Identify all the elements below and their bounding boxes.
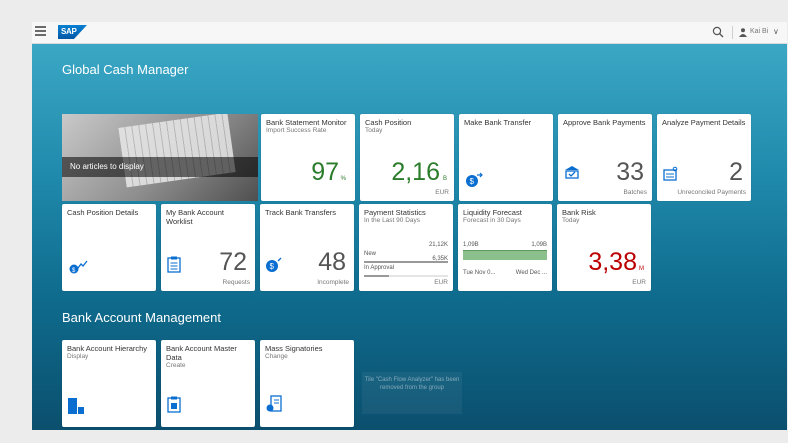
tile-title: Analyze Payment Details xyxy=(662,118,746,127)
shell-bar: SAP Kai Bi ∨ xyxy=(32,22,787,44)
document-search-icon xyxy=(663,166,678,181)
tile-title: My Bank Account Worklist xyxy=(166,208,224,226)
tile-title: Payment Statistics xyxy=(364,208,426,217)
tile-subtitle: Display xyxy=(67,353,89,360)
tile-title: Cash Position xyxy=(365,118,412,127)
chart-right-date: Wed Dec ... xyxy=(515,270,547,276)
tile-title: Bank Risk xyxy=(562,208,596,217)
tile-unit: EUR xyxy=(434,279,448,286)
tile-kpi-value: 33 xyxy=(616,158,644,186)
tile-mass-signatories[interactable]: Mass Signatories Change xyxy=(260,340,354,427)
tile-subtitle: Today xyxy=(365,127,383,134)
transfer-money-icon: $ xyxy=(466,172,483,187)
tile-bank-account-hierarchy[interactable]: Bank Account Hierarchy Display xyxy=(62,340,156,427)
tile-unit: EUR xyxy=(435,189,449,196)
chart-right-value: 1,09B xyxy=(531,242,547,248)
tile-title: Approve Bank Payments xyxy=(563,118,646,127)
tile-kpi-scale: B xyxy=(442,176,447,182)
clipboard-icon xyxy=(167,396,181,413)
news-tile[interactable]: No articles to display xyxy=(62,114,258,201)
tile-kpi-value: 2,16 xyxy=(391,158,440,186)
app-frame: SAP Kai Bi ∨ Global Cash Manager No arti… xyxy=(32,22,787,430)
tile-kpi-value: 97 xyxy=(311,158,339,186)
money-arrow-icon: $ xyxy=(266,257,282,272)
group-title-bank-account-mgmt: Bank Account Management xyxy=(62,310,221,325)
tile-title: Bank Account Hierarchy xyxy=(67,344,148,353)
signature-document-icon xyxy=(266,395,282,412)
tile-approve-bank-payments[interactable]: Approve Bank Payments 33 Batches xyxy=(558,114,652,201)
tile-unit: Unreconciled Payments xyxy=(677,189,746,196)
menu-icon[interactable] xyxy=(35,26,46,37)
launchpad-canvas: Global Cash Manager No articles to displ… xyxy=(32,44,787,430)
tile-subtitle: Change xyxy=(265,353,288,360)
tile-unit: Requests xyxy=(222,279,250,286)
user-name[interactable]: Kai Bi xyxy=(750,28,768,35)
tile-title: Mass Signatories xyxy=(265,344,323,353)
tile-my-bank-account-worklist[interactable]: My Bank Account Worklist 72 Requests xyxy=(161,204,255,291)
svg-text:$: $ xyxy=(470,177,475,186)
tile-subtitle: Import Success Rate xyxy=(266,127,327,134)
comparison-value: 21,12K xyxy=(428,242,448,248)
tile-kpi-value: 2 xyxy=(729,158,743,186)
chevron-down-icon[interactable]: ∨ xyxy=(773,27,779,36)
tile-analyze-payment-details[interactable]: Analyze Payment Details 2 Unreconciled P… xyxy=(657,114,751,201)
tile-track-bank-transfers[interactable]: Track Bank Transfers $ 48 Incomplete xyxy=(260,204,354,291)
bank-approve-icon xyxy=(565,166,579,179)
money-trend-icon: $ xyxy=(69,260,88,274)
user-icon[interactable] xyxy=(739,28,747,37)
tile-subtitle: Create xyxy=(166,362,186,369)
tile-title: Bank Account Master Data xyxy=(166,344,237,362)
search-icon[interactable] xyxy=(712,26,724,38)
sap-logo[interactable]: SAP xyxy=(58,25,87,39)
tile-subtitle: Today xyxy=(562,217,580,224)
chart-left-value: 1,09B xyxy=(463,242,479,248)
tile-subtitle: In the Last 90 Days xyxy=(364,217,421,224)
comparison-bar-track xyxy=(364,275,448,277)
tile-title: Cash Position Details xyxy=(67,208,139,217)
forecast-area-chart xyxy=(463,250,547,260)
tile-title: Liquidity Forecast xyxy=(463,208,522,217)
tile-cash-position[interactable]: Cash Position Today 2,16 B EUR xyxy=(360,114,454,201)
tile-cash-position-details[interactable]: Cash Position Details $ xyxy=(62,204,156,291)
group-title-global-cash: Global Cash Manager xyxy=(62,62,189,77)
chart-left-date: Tue Nov 0... xyxy=(463,270,496,276)
tile-title: Track Bank Transfers xyxy=(265,208,336,217)
shell-separator xyxy=(732,26,733,39)
news-message: No articles to display xyxy=(70,162,144,171)
tile-kpi-value: 48 xyxy=(318,248,346,276)
clipboard-list-icon xyxy=(167,256,181,273)
hierarchy-icon xyxy=(68,398,84,414)
comparison-bar xyxy=(364,275,390,277)
tile-kpi-scale: % xyxy=(340,176,346,182)
tile-title: Make Bank Transfer xyxy=(464,118,532,127)
tile-subtitle: Forecast in 30 Days xyxy=(463,217,521,224)
tile-kpi-value: 72 xyxy=(219,248,247,276)
tile-unit: Incomplete xyxy=(317,279,349,286)
tile-bank-statement-monitor[interactable]: Bank Statement Monitor Import Success Ra… xyxy=(261,114,355,201)
tile-bank-account-master-data[interactable]: Bank Account Master Data Create xyxy=(161,340,255,427)
tile-bank-risk[interactable]: Bank Risk Today 3,38 M EUR xyxy=(557,204,651,291)
comparison-value: 6,35K xyxy=(432,256,448,262)
tile-title: Bank Statement Monitor xyxy=(266,118,347,127)
tile-unit: EUR xyxy=(632,279,646,286)
comparison-row: In Approval 6,35K xyxy=(364,256,448,277)
svg-text:$: $ xyxy=(270,262,275,271)
tile-liquidity-forecast[interactable]: Liquidity Forecast Forecast in 30 Days 1… xyxy=(458,204,552,291)
removed-tile-notice: Tile "Cash Flow Analyzer" has been remov… xyxy=(362,372,462,414)
tile-kpi-scale: M xyxy=(639,266,644,272)
tile-kpi-value: 3,38 xyxy=(588,248,637,276)
tile-unit: Batches xyxy=(623,189,648,196)
tile-make-bank-transfer[interactable]: Make Bank Transfer $ xyxy=(459,114,553,201)
tile-payment-statistics[interactable]: Payment Statistics In the Last 90 Days N… xyxy=(359,204,453,291)
comparison-label: In Approval xyxy=(364,265,395,271)
